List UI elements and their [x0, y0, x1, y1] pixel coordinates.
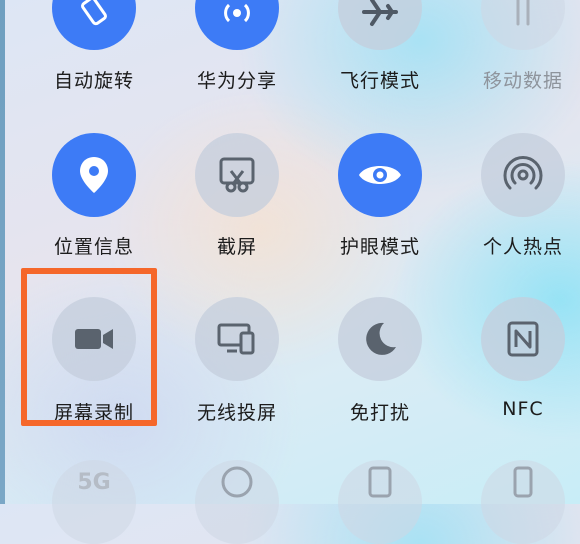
- hotspot-icon: [503, 156, 543, 190]
- tile-label: 无线投屏: [196, 402, 277, 424]
- tile-5g[interactable]: 5G: [52, 460, 136, 544]
- tile-do-not-disturb[interactable]: [338, 297, 422, 381]
- eye-icon: [359, 166, 401, 184]
- tile-label: 护眼模式: [339, 236, 420, 258]
- tile-label: 移动数据: [482, 70, 563, 92]
- tile-screenshot[interactable]: [195, 133, 279, 217]
- tile-label: 位置信息: [53, 236, 134, 258]
- tile-label: NFC: [502, 398, 544, 420]
- tile-label: 免打扰: [349, 402, 410, 424]
- highlight-box: [21, 268, 157, 426]
- tile-auto-rotate[interactable]: [52, 0, 136, 50]
- tile-screen-cast[interactable]: [195, 297, 279, 381]
- tile-huawei-share[interactable]: [195, 0, 279, 50]
- screen-edge: [0, 0, 5, 504]
- 5g-icon: 5G: [77, 469, 111, 495]
- tile-label: 华为分享: [196, 70, 277, 92]
- tile-nfc[interactable]: [481, 297, 565, 381]
- share-signal-icon: [224, 3, 250, 23]
- tile-browser[interactable]: [195, 460, 279, 544]
- tile-tablet[interactable]: [338, 460, 422, 544]
- browser-icon: [221, 466, 253, 498]
- tile-eye-comfort[interactable]: [338, 133, 422, 217]
- airplane-icon: [362, 0, 398, 26]
- tile-location[interactable]: [52, 133, 136, 217]
- phone-icon: [513, 466, 533, 498]
- tile-label: 个人热点: [482, 236, 563, 258]
- tile-mobile-data[interactable]: [481, 0, 565, 50]
- rotate-icon: [81, 0, 107, 26]
- tile-label: 自动旋转: [53, 70, 134, 92]
- tile-label: 飞行模式: [339, 70, 420, 92]
- tile-airplane-mode[interactable]: [338, 0, 422, 50]
- tile-hotspot[interactable]: [481, 133, 565, 217]
- tile-label: 截屏: [216, 236, 257, 258]
- location-pin-icon: [80, 157, 108, 193]
- screenshot-icon: [219, 157, 255, 193]
- nfc-icon: [507, 321, 539, 357]
- moon-icon: [366, 322, 396, 355]
- tablet-icon: [368, 466, 392, 498]
- mobile-data-icon: [516, 0, 530, 26]
- screen-cast-icon: [217, 323, 255, 355]
- tile-phone[interactable]: [481, 460, 565, 544]
